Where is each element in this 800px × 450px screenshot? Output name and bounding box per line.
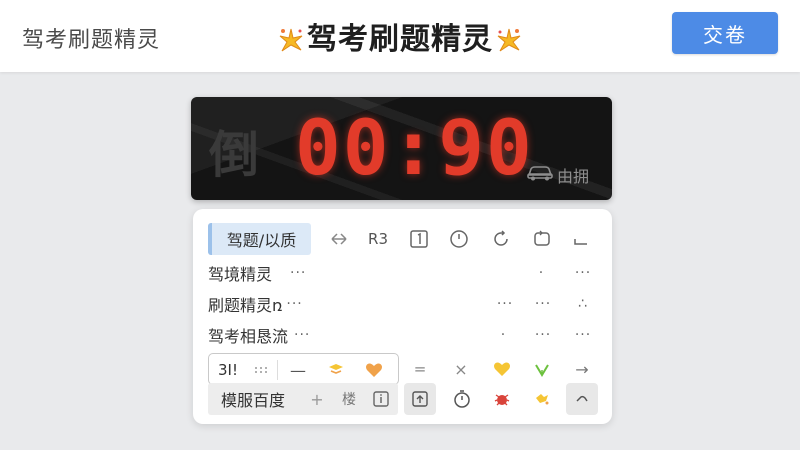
timer-digits: 00:90 [295, 103, 534, 192]
equal-button[interactable]: = [407, 353, 433, 385]
info-icon[interactable] [368, 383, 394, 415]
check-icon[interactable] [529, 353, 555, 385]
settings-button[interactable]: 模服百度 [208, 383, 298, 415]
car-icon [527, 166, 553, 181]
heart-icon[interactable] [361, 354, 387, 386]
toolbar-row-3: 刷题精灵ռ ··· ··· ··· ∴ [193, 288, 612, 320]
more-dots[interactable]: ∴ [571, 288, 595, 320]
toolbar-row-4: 驾考相恳流 ··· · ··· ··· [193, 319, 612, 351]
arrow-right-icon[interactable]: → [569, 353, 595, 385]
flag-icon[interactable] [323, 354, 349, 386]
more-dots[interactable]: ··· [290, 265, 306, 281]
count-button[interactable]: 3I! [215, 354, 241, 386]
refresh-icon[interactable] [488, 223, 514, 255]
more-dots[interactable]: ··· [531, 288, 555, 320]
add-button[interactable]: + [306, 383, 328, 415]
timer-icon[interactable] [446, 223, 472, 255]
back-icon[interactable] [566, 383, 598, 415]
countdown-timer: 倒 00:90 由拥 [191, 97, 612, 200]
sparkle-icon [497, 28, 521, 51]
r3-button[interactable]: R3 [363, 223, 393, 255]
timer-status: 由拥 [557, 167, 590, 186]
dash-button[interactable]: — [285, 354, 311, 386]
submit-exam-button[interactable]: 交卷 [672, 12, 778, 54]
top-header: 驾考刷题精灵 驾考刷题精灵 交卷 [0, 0, 800, 72]
stopwatch-icon[interactable] [449, 383, 475, 415]
loop-icon[interactable] [529, 223, 555, 255]
timer-label: 倒 [209, 126, 261, 184]
question-toolbar-panel: 驾题/以质 R3 驾境精灵 ··· · ··· 刷题精灵ռ ··· ··· ··… [193, 209, 612, 424]
sparkle-icon [279, 28, 303, 51]
star-icon[interactable] [529, 383, 555, 415]
toolbar-row-5: 3I! — = × → [193, 353, 612, 385]
dot-marker: · [500, 327, 506, 343]
more-dots[interactable]: ··· [571, 319, 595, 351]
center-title-text: 驾考刷题精灵 [307, 22, 493, 57]
row-label-liu[interactable]: 驾考相恳流 ··· [208, 319, 310, 351]
row-label-text: 刷题精灵ռ [208, 296, 283, 315]
toolbar-row-1: 驾题/以质 R3 [193, 223, 612, 255]
more-dots[interactable]: ··· [294, 327, 310, 343]
dot-marker: · [538, 265, 544, 281]
toolbar-row-6: 模服百度 + 楼 [193, 383, 612, 415]
row-label-jing[interactable]: 驾境精灵 ··· [208, 257, 306, 289]
action-group: 模服百度 + 楼 [208, 383, 398, 415]
tab-question-type[interactable]: 驾题/以质 [208, 223, 311, 255]
upload-icon[interactable] [404, 383, 436, 415]
more-dots[interactable]: ··· [286, 296, 302, 312]
close-icon[interactable]: × [449, 353, 473, 385]
number-one-icon[interactable] [406, 223, 432, 255]
more-dots[interactable]: ··· [531, 319, 555, 351]
grid-dots-icon[interactable] [249, 354, 273, 386]
building-button[interactable]: 楼 [336, 383, 362, 415]
corner-icon[interactable] [568, 223, 594, 255]
row-label-text: 驾境精灵 [208, 265, 273, 284]
row-label-text: 驾考相恳流 [208, 327, 289, 346]
swap-arrows-icon[interactable] [325, 223, 353, 255]
divider [277, 360, 278, 380]
bug-icon[interactable] [489, 383, 515, 415]
reaction-group: 3I! — [208, 353, 399, 385]
more-dots[interactable]: ··· [493, 288, 517, 320]
toolbar-row-2: 驾境精灵 ··· · ··· [193, 257, 612, 289]
row-label-shuati[interactable]: 刷题精灵ռ ··· [208, 288, 303, 320]
more-dots[interactable]: ··· [571, 257, 595, 289]
heart-icon[interactable] [489, 353, 515, 385]
